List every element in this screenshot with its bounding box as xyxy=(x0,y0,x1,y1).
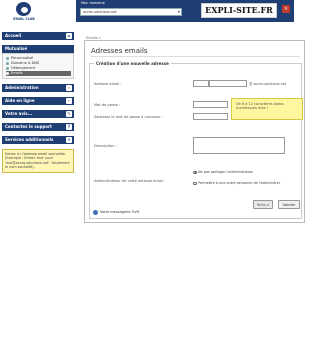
domain-value: acces-solutions.net xyxy=(83,10,117,14)
sidebar-item-label: Votre avis... xyxy=(5,111,33,116)
email-suffix: @ acces-solutions.net xyxy=(249,82,287,86)
sidebar-item-label: Contactez le support xyxy=(5,124,52,129)
radio-no-share[interactable]: Ne pas partager l'administration xyxy=(193,170,291,174)
admin-label: Administrateur de cette adresse email : xyxy=(94,179,166,183)
home-icon: ⌂ xyxy=(66,33,72,39)
comment-icon: ✎ xyxy=(66,111,72,117)
radio-label: Permettre à une autre personne de l'admi… xyxy=(198,181,281,185)
chevron-right-icon: › xyxy=(66,85,72,91)
main-panel: Adresses emails Création d'une nouvelle … xyxy=(84,40,305,223)
close-icon[interactable]: × xyxy=(282,5,290,13)
description-label: Description : xyxy=(94,144,117,148)
password-confirm-field[interactable] xyxy=(193,113,228,120)
divider xyxy=(91,56,300,57)
cancel-button[interactable]: Retour xyxy=(253,200,273,209)
chevron-down-icon: ▾ xyxy=(177,9,180,14)
page-title: Adresses emails xyxy=(91,47,148,55)
create-address-form: Création d'une nouvelle adresse Adresse … xyxy=(89,61,303,219)
description-textarea[interactable] xyxy=(193,137,285,154)
radio-unchecked-icon xyxy=(193,181,197,185)
header: EMAIL CLUB Mon domaine acces-solutions.n… xyxy=(0,0,310,24)
sidebar-item-mutualise[interactable]: Mutualisé xyxy=(2,45,74,53)
form-legend: Création d'une nouvelle adresse xyxy=(94,61,171,66)
sidebar-item-label: Services additionnels xyxy=(5,137,54,142)
domain-select[interactable]: acces-solutions.net ▾ xyxy=(80,8,182,16)
email-label: Adresse email : xyxy=(94,82,122,86)
radio-label: Ne pas partager l'administration xyxy=(198,170,254,174)
domain-label: Mon domaine xyxy=(81,1,105,5)
radio-checked-icon xyxy=(193,170,197,174)
brand-banner[interactable]: EXPLI-SITE.FR xyxy=(201,3,277,18)
webmail-link[interactable]: Votre messagerie OVH xyxy=(93,209,140,215)
sidebar-item-aide[interactable]: Aide en ligne › xyxy=(2,97,74,105)
top-bar: Mon domaine acces-solutions.net ▾ EXPLI-… xyxy=(76,0,294,22)
sidebar-item-label: Accueil xyxy=(5,33,22,38)
password-tip: De 6 à 12 caractères alpha-numériques ma… xyxy=(231,98,303,120)
help-hint: Entrez ici l'adresse email souhaitée. (E… xyxy=(2,149,74,173)
password-field[interactable] xyxy=(193,101,228,108)
sidebar-item-administration[interactable]: Administration › xyxy=(2,84,74,92)
company-logo[interactable]: EMAIL CLUB xyxy=(10,2,38,24)
sidebar-item-contact[interactable]: Contactez le support ? xyxy=(2,123,74,131)
sidebar-item-votre-avis[interactable]: Votre avis... ✎ xyxy=(2,110,74,118)
sidebar-item-label: Mutualisé xyxy=(5,46,28,51)
submit-button[interactable]: Valider xyxy=(278,200,300,209)
radio-share[interactable]: Permettre à une autre personne de l'admi… xyxy=(193,181,291,185)
sidebar-item-label: Administration xyxy=(5,85,39,90)
chevron-right-icon: › xyxy=(66,98,72,104)
sidebar-item-accueil[interactable]: Accueil ⌂ xyxy=(2,32,74,40)
password-label: Mot de passe : xyxy=(94,103,121,107)
sidebar-item-services[interactable]: Services additionnels + xyxy=(2,136,74,144)
logo-icon xyxy=(16,2,31,16)
password-confirm-label: Saisissez le mot de passe à nouveau : xyxy=(94,115,163,119)
sidebar: Accueil ⌂ Mutualisé Personnalisé Domaine… xyxy=(2,32,74,173)
email-prefix-field[interactable] xyxy=(193,80,209,87)
logo-text: EMAIL CLUB xyxy=(13,17,35,21)
mail-icon xyxy=(93,209,98,215)
mutualise-submenu: Personnalisé Domaine & DNS Hébergement E… xyxy=(2,53,74,79)
support-icon: ? xyxy=(66,124,72,130)
plus-icon: + xyxy=(66,137,72,143)
email-field[interactable] xyxy=(209,80,247,87)
sidebar-subitem-emails[interactable]: Emails xyxy=(6,71,71,76)
webmail-link-label: Votre messagerie OVH xyxy=(100,210,140,214)
sidebar-item-label: Aide en ligne xyxy=(5,98,35,103)
